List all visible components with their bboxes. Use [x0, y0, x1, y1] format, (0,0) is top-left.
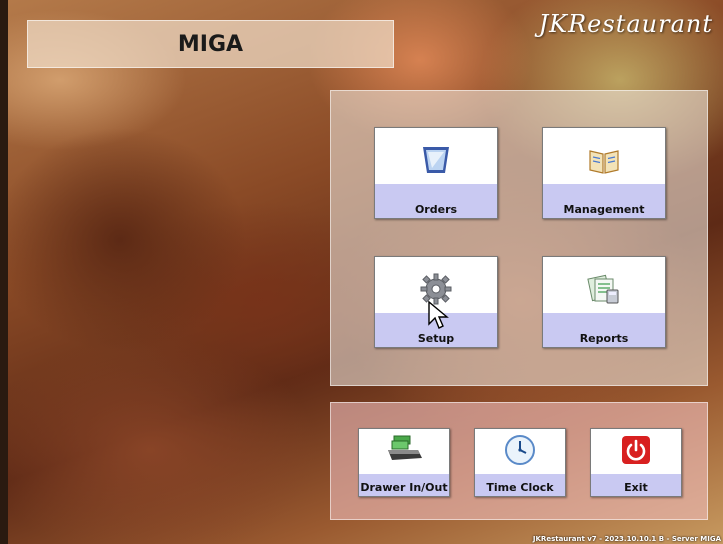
- bottom-menu-panel: Drawer In/Out Time Clock Exit: [330, 402, 708, 520]
- station-title: MIGA: [177, 31, 244, 57]
- management-label: Management: [563, 203, 645, 216]
- cash-drawer-icon: [384, 434, 424, 468]
- brand-logo: JKRestaurant: [538, 10, 713, 38]
- setup-label: Setup: [417, 332, 455, 345]
- drawer-in-out-button[interactable]: Drawer In/Out: [358, 428, 450, 497]
- orders-button[interactable]: Orders: [374, 127, 498, 219]
- version-footer: JKRestaurant v7 - 2023.10.10.1 B - Serve…: [532, 535, 721, 543]
- time-clock-button[interactable]: Time Clock: [474, 428, 566, 497]
- exit-label: Exit: [624, 481, 648, 494]
- drawer-in-out-label: Drawer In/Out: [360, 481, 448, 494]
- reports-label: Reports: [579, 332, 629, 345]
- management-button[interactable]: Management: [542, 127, 666, 219]
- main-menu-panel: Orders Management Setup Reports: [330, 90, 708, 386]
- clock-icon: [504, 434, 536, 470]
- time-clock-label: Time Clock: [486, 481, 554, 494]
- exit-button[interactable]: Exit: [590, 428, 682, 497]
- window-edge: [0, 0, 8, 544]
- book-icon: [587, 143, 621, 181]
- orders-icon: [419, 143, 453, 181]
- mouse-cursor-icon: [428, 300, 449, 329]
- reports-icon: [587, 272, 621, 310]
- power-icon: [620, 434, 652, 470]
- station-title-bar: MIGA: [27, 20, 394, 68]
- orders-label: Orders: [414, 203, 458, 216]
- reports-button[interactable]: Reports: [542, 256, 666, 348]
